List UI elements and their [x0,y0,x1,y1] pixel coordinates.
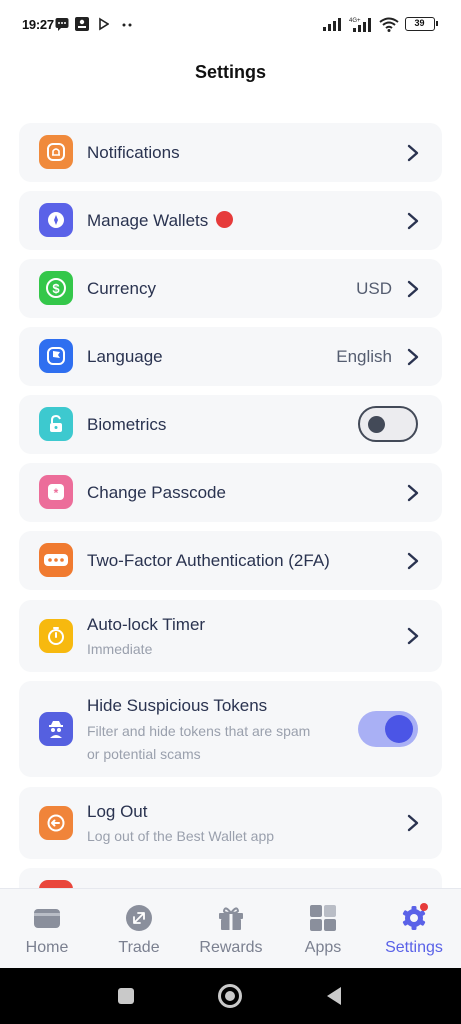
chevron-right-icon [407,348,419,366]
settings-row-log-out[interactable]: Log Out Log out of the Best Wallet app [19,787,442,859]
hide-tokens-description-line2: or potential scams [87,746,201,762]
bell-icon [39,135,73,169]
settings-row-biometrics: Biometrics [19,395,442,454]
settings-row-auto-lock[interactable]: Auto-lock Timer Immediate [19,600,442,672]
back-button[interactable] [325,986,343,1006]
chevron-right-icon [407,552,419,570]
tab-home[interactable]: Home [1,889,93,969]
auto-lock-label: Auto-lock Timer [87,615,206,634]
app-notification-icon [75,17,89,31]
tab-trade[interactable]: Trade [93,889,185,969]
status-bar: 19:27 4G+ 39 [0,0,461,50]
tab-trade-label: Trade [118,939,160,956]
unlock-icon [39,407,73,441]
settings-row-language[interactable]: Language English [19,327,442,386]
biometrics-toggle[interactable] [358,406,418,442]
battery-level: 39 [414,18,425,28]
spy-icon [39,712,73,746]
trade-icon [126,905,152,931]
language-label: Language [87,347,163,366]
page-title: Settings [194,62,266,82]
auto-lock-value: Immediate [87,641,153,657]
message-icon [55,18,69,31]
chevron-right-icon [407,144,419,162]
tab-home-label: Home [25,939,69,956]
notifications-label: Notifications [87,143,180,162]
wallet-icon [34,909,60,928]
settings-row-two-factor[interactable]: Two-Factor Authentication (2FA) [19,531,442,590]
svg-text:*: * [54,486,59,500]
settings-row-manage-wallets[interactable]: Manage Wallets [19,191,442,250]
tab-rewards-label: Rewards [199,939,263,956]
signal-icon [323,18,341,31]
chevron-right-icon [407,280,419,298]
settings-badge-dot [420,903,428,911]
wallet-icon [39,203,73,237]
tab-apps-label: Apps [304,939,342,956]
wifi-icon [379,17,399,32]
log-out-label: Log Out [87,802,148,821]
tab-rewards[interactable]: Rewards [185,889,277,969]
tab-apps[interactable]: Apps [277,889,369,969]
system-nav-bar [0,968,461,1024]
battery-icon: 39 [405,17,438,31]
timer-icon [39,619,73,653]
passcode-icon: * [39,475,73,509]
chevron-right-icon [407,484,419,502]
apps-grid-icon [310,905,336,931]
tab-settings-label: Settings [385,939,443,956]
language-value: English [336,347,392,366]
home-button[interactable] [218,984,242,1008]
hide-tokens-label: Hide Suspicious Tokens [87,696,268,715]
settings-row-currency[interactable]: $ Currency USD [19,259,442,318]
settings-row-notifications[interactable]: Notifications [19,123,442,182]
more-dots-icon [122,23,132,27]
chevron-right-icon [407,212,419,230]
log-out-description: Log out of the Best Wallet app [87,828,275,844]
settings-row-hide-suspicious-tokens: Hide Suspicious Tokens Filter and hide t… [19,681,442,777]
biometrics-label: Biometrics [87,415,167,434]
dollar-icon: $ [39,271,73,305]
bottom-tab-bar: Home Trade Rewards Apps Settings [0,888,461,968]
new-badge-dot [216,211,234,228]
hide-tokens-toggle[interactable] [358,711,418,747]
password-dots-icon [39,543,73,577]
currency-label: Currency [87,279,156,298]
currency-value: USD [356,279,392,298]
signal-4g-icon: 4G+ [349,18,371,32]
status-time: 19:27 [22,17,54,32]
chevron-right-icon [407,627,419,645]
gear-icon [402,903,428,930]
two-factor-label: Two-Factor Authentication (2FA) [87,551,330,570]
toggle-knob [368,416,385,433]
logout-icon [39,806,73,840]
svg-text:$: $ [52,281,60,296]
language-icon [39,339,73,373]
chevron-right-icon [407,814,419,832]
settings-row-change-passcode[interactable]: * Change Passcode [19,463,442,522]
hide-tokens-description-line1: Filter and hide tokens that are spam [87,723,311,739]
gift-icon [219,907,243,930]
svg-text:4G+: 4G+ [349,18,361,24]
recents-button[interactable] [118,988,134,1004]
manage-wallets-label: Manage Wallets [87,211,209,230]
change-passcode-label: Change Passcode [87,483,226,502]
play-icon [99,17,109,31]
tab-settings[interactable]: Settings [368,889,460,969]
toggle-knob [385,715,413,743]
